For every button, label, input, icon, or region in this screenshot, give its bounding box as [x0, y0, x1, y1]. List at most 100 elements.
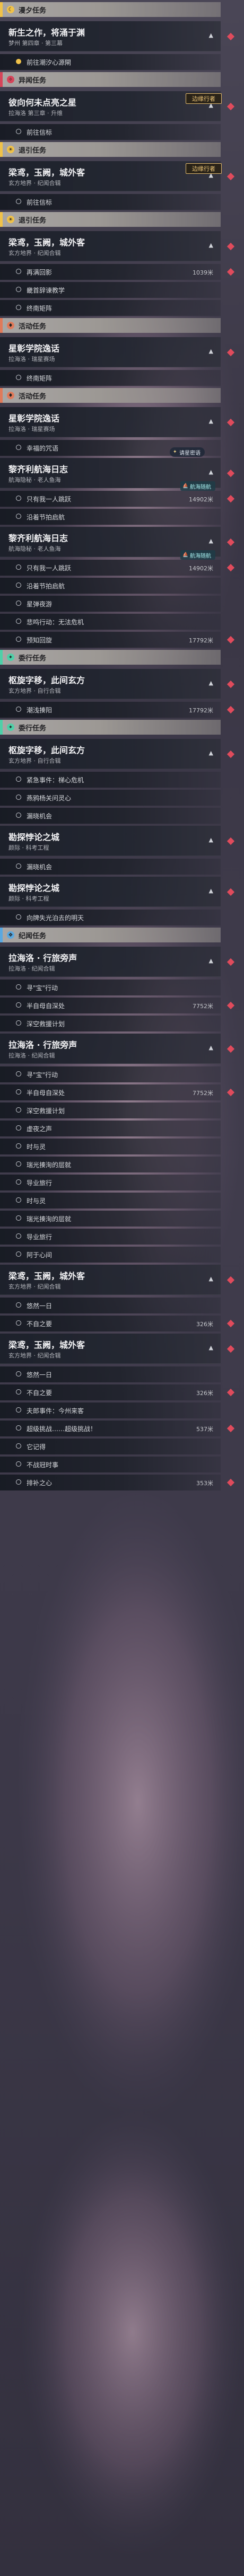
- objective-row[interactable]: 畿首辞谏教学: [0, 282, 221, 298]
- objective-row[interactable]: 预知回旋 17792米: [0, 632, 221, 648]
- mission-type-header[interactable]: ☾ 漫夕任务: [0, 2, 221, 17]
- objective-row[interactable]: 前往信标: [0, 124, 221, 140]
- mission-type-header[interactable]: ☀ 退引任务: [0, 212, 221, 227]
- objective-status-icon: [16, 445, 21, 450]
- objective-row[interactable]: 终南矩阵: [0, 300, 221, 316]
- mission-type-header[interactable]: ✧ 异闻任务: [0, 72, 221, 87]
- objective-status-icon: [16, 1425, 21, 1431]
- objective-text: 漏晓机会: [27, 813, 53, 820]
- objective-row[interactable]: 前往潮汐心源閘: [0, 54, 221, 70]
- quest-card[interactable]: 勘探悖论之城 颜际 · 科考工程 ▲: [0, 877, 221, 907]
- objective-text: 不自之要: [27, 1320, 53, 1328]
- quest-card[interactable]: 枢旋字移，此间玄方 玄方地界 · 自行合辑 ▲: [0, 669, 221, 699]
- objective-row[interactable]: 漏晓机会: [0, 808, 221, 824]
- objective-row[interactable]: 沿着节拍启航: [0, 509, 221, 525]
- objective-row[interactable]: 不自之要 326米: [0, 1384, 221, 1400]
- objective-row[interactable]: 紧急事件：梯心危机: [0, 772, 221, 788]
- objective-row[interactable]: 它记得: [0, 1439, 221, 1454]
- chevron-up-icon[interactable]: ▲: [209, 348, 213, 355]
- objective-status-icon: [16, 813, 21, 818]
- objective-row[interactable]: 导业旅行: [0, 1175, 221, 1190]
- chevron-up-icon[interactable]: ▲: [209, 469, 213, 475]
- chevron-up-icon[interactable]: ▲: [209, 537, 213, 544]
- objective-row[interactable]: 悠然一日: [0, 1298, 221, 1313]
- objective-row[interactable]: 瑞光揍洵的层就: [0, 1157, 221, 1172]
- objective-text: 漏晓机会: [27, 863, 53, 871]
- chevron-up-icon[interactable]: ▲: [209, 957, 213, 964]
- objective-row[interactable]: 时与灵: [0, 1139, 221, 1154]
- mission-type-header[interactable]: ☀ 退引任务: [0, 142, 221, 157]
- quest-card[interactable]: 枢旋字移，此间玄方 玄方地界 · 自行合辑 ▲: [0, 739, 221, 769]
- objective-row[interactable]: 时与灵: [0, 1193, 221, 1208]
- chevron-up-icon[interactable]: ▲: [209, 1044, 213, 1051]
- objective-row[interactable]: 瑞光揍洵的层就: [0, 1211, 221, 1227]
- objective-text: 寻"宝"行动: [27, 984, 58, 992]
- objective-row[interactable]: 只有我一人跳跃 14902米: [0, 491, 221, 507]
- objective-text: 虚夜之声: [27, 1125, 53, 1133]
- objective-row[interactable]: 终南矩阵: [0, 370, 221, 386]
- objective-row[interactable]: 只有我一人跳跃 14902米: [0, 560, 221, 576]
- quest-card[interactable]: 梁鸢，玉阙，城外客 玄方地界 · 纪闻合辑 ▲: [0, 1334, 221, 1364]
- objective-row[interactable]: 燕鸦杨关问灵心: [0, 790, 221, 806]
- map-marker-icon: [226, 268, 235, 276]
- objective-text: 幸福的咒语: [27, 445, 59, 452]
- chevron-up-icon[interactable]: ▲: [209, 1275, 213, 1282]
- mission-type-header[interactable]: ♦ 活动任务: [0, 318, 221, 333]
- quest-card[interactable]: 梁鸢，玉阙，城外客 玄方地界 · 纪闻合辑 ▲: [0, 231, 221, 261]
- objective-text: 预知回旋: [27, 637, 53, 644]
- mission-type-header[interactable]: ♦ 活动任务: [0, 388, 221, 403]
- objective-row[interactable]: 寻"宝"行动: [0, 980, 221, 995]
- sun-icon: ☀: [7, 216, 14, 223]
- objective-row[interactable]: 深空救援计划: [0, 1016, 221, 1031]
- objective-row[interactable]: 星弹夜游: [0, 596, 221, 612]
- objective-row[interactable]: 不自之要 326米: [0, 1316, 221, 1331]
- objective-status-icon: [16, 1161, 21, 1167]
- objective-row[interactable]: 向牌失光泊去的明天: [0, 910, 221, 925]
- objective-row[interactable]: 导业旅行: [0, 1229, 221, 1245]
- objective-row[interactable]: 深空救援计划: [0, 1102, 221, 1118]
- quest-card[interactable]: 拉海洛 · 行旅旁声 拉海洛 · 纪闻合辑 ▲: [0, 1034, 221, 1064]
- chevron-up-icon[interactable]: ▲: [209, 749, 213, 756]
- quest-title: 梁鸢，玉阙，城外客: [8, 1271, 85, 1281]
- objective-row[interactable]: 半自母自深处 7752米: [0, 1084, 221, 1100]
- header-accent-bar: [0, 72, 3, 87]
- quest-card[interactable]: 勘探悖论之城 颜际 · 科考工程 ▲: [0, 826, 221, 856]
- quest-card[interactable]: 新生之作，将涌于渊 梦州 第四章 · 第三幕 ▲: [0, 21, 221, 51]
- objective-row[interactable]: 前往信标: [0, 194, 221, 210]
- objective-row[interactable]: 排补之心 353米: [0, 1475, 221, 1490]
- quest-card[interactable]: 拉海洛 · 行旅旁声 拉海洛 · 纪闻合辑 ▲: [0, 947, 221, 977]
- objective-row[interactable]: 沿着节拍启航: [0, 578, 221, 594]
- chevron-up-icon[interactable]: ▲: [209, 242, 213, 249]
- chevron-up-icon[interactable]: ▲: [209, 836, 213, 843]
- quest-card[interactable]: 星彰学院逸话 拉海洛 · 瑞星赛场 ▲: [0, 337, 221, 367]
- quest-card[interactable]: 星彰学院逸话 拉海洛 · 瑞星赛场 ▲: [0, 407, 221, 437]
- header-label: 退引任务: [19, 216, 47, 225]
- mission-type-header[interactable]: ✦ 委行任务: [0, 650, 221, 665]
- objective-row[interactable]: 不战冠时事: [0, 1457, 221, 1472]
- objective-row[interactable]: 超级挑战……超级挑战！ 537米: [0, 1421, 221, 1436]
- objective-status-icon: [16, 375, 21, 380]
- chevron-up-icon[interactable]: ▲: [209, 1344, 213, 1351]
- objective-row[interactable]: 悲鸣行动：无法危机: [0, 614, 221, 630]
- quest-card[interactable]: 梁鸢，玉阙，城外客 玄方地界 · 纪闻合辑 ▲: [0, 1265, 221, 1295]
- chevron-up-icon[interactable]: ▲: [209, 418, 213, 425]
- objective-distance: 7752米: [193, 1090, 213, 1097]
- objective-row[interactable]: 阿于心间: [0, 1247, 221, 1263]
- objective-row[interactable]: 寻"宝"行动: [0, 1066, 221, 1082]
- objective-row[interactable]: 再满回影 1039米: [0, 264, 221, 280]
- chevron-up-icon[interactable]: ▲: [209, 32, 213, 39]
- objective-text: 星弹夜游: [27, 601, 53, 608]
- objective-row[interactable]: 夫郎事件：今州来客: [0, 1402, 221, 1418]
- objective-row[interactable]: 悠然一日: [0, 1366, 221, 1382]
- chevron-up-icon[interactable]: ▲: [209, 680, 213, 686]
- mission-type-header[interactable]: ❖ 纪闻任务: [0, 928, 221, 942]
- quest-title: 梁鸢，玉阙，城外客: [8, 237, 85, 248]
- objective-row[interactable]: 半自母自深处 7752米: [0, 998, 221, 1013]
- objective-text: 沿着节拍启航: [27, 583, 65, 590]
- objective-row[interactable]: 虚夜之声: [0, 1121, 221, 1136]
- objective-row[interactable]: 漏晓机会: [0, 859, 221, 875]
- objective-status-icon: [16, 1389, 21, 1395]
- objective-row[interactable]: 潮浅揍阳 17792米: [0, 702, 221, 718]
- mission-type-header[interactable]: ✦ 委行任务: [0, 720, 221, 735]
- chevron-up-icon[interactable]: ▲: [209, 887, 213, 894]
